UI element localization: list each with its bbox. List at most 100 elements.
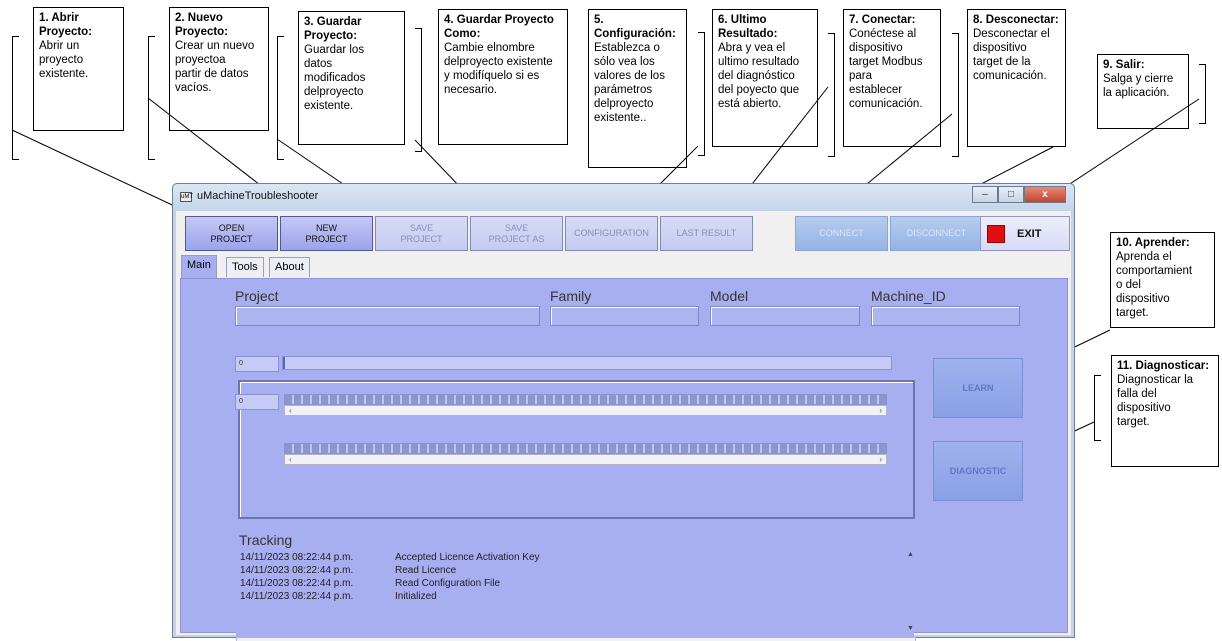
window-title: uMachineTroubleshooter: [197, 190, 319, 202]
callout-title: 3. Guardar Proyecto:: [304, 16, 362, 42]
signal-cells-row-1: [284, 394, 887, 405]
scroll-down-icon[interactable]: ▼: [907, 625, 914, 632]
machine-id-label: Machine_ID: [871, 288, 946, 304]
log-entry: 14/11/2023 08:22:44 p.m. Read Configurati…: [240, 577, 910, 590]
log-entry: 14/11/2023 08:22:44 p.m. Initialized: [240, 590, 910, 603]
bracket: [1199, 64, 1206, 124]
save-project-as-button[interactable]: SAVE PROJECT AS: [470, 216, 563, 251]
bracket: [12, 36, 19, 160]
title-bar[interactable]: uMT uMachineTroubleshooter – □ x: [173, 184, 1074, 210]
callout-open-project: 1. Abrir Proyecto: Abrir un proyecto exi…: [33, 7, 124, 131]
signal-scrollbar-2[interactable]: ‹ ›: [284, 454, 887, 465]
disconnect-button[interactable]: DISCONNECT: [890, 216, 983, 251]
save-project-button[interactable]: SAVE PROJECT: [375, 216, 468, 251]
log-timestamp: 14/11/2023 08:22:44 p.m.: [240, 565, 354, 576]
callout-exit: 9. Salir: Salga y cierre la aplicación.: [1097, 54, 1189, 129]
project-label: Project: [235, 288, 279, 304]
family-field[interactable]: [550, 306, 699, 326]
configuration-button[interactable]: CONFIGURATION: [565, 216, 658, 251]
model-field[interactable]: [710, 306, 860, 326]
log-message: Read Licence: [395, 565, 457, 576]
scroll-left-icon[interactable]: ‹: [289, 406, 292, 415]
main-panel: Project Family Model Machine_ID 0 0 ‹ › ‹…: [180, 278, 1068, 641]
bracket: [828, 33, 835, 157]
callout-body: Desconectar el dispositivo target de la …: [973, 28, 1050, 82]
callout-new-project: 2. Nuevo Proyecto: Crear un nuevo proyec…: [169, 7, 269, 131]
bracket: [952, 33, 959, 157]
callout-connect: 7. Conectar: Conéctese al dispositivo ta…: [843, 9, 941, 147]
app-icon: uMT: [180, 192, 193, 202]
scroll-right-icon[interactable]: ›: [879, 406, 882, 415]
client-area: OPEN PROJECT NEW PROJECT SAVE PROJECT SA…: [176, 211, 1071, 641]
scroll-left-icon[interactable]: ‹: [289, 455, 292, 464]
log-timestamp: 14/11/2023 08:22:44 p.m.: [240, 552, 354, 563]
callout-learn: 10. Aprender: Aprenda el comportamient o…: [1110, 232, 1215, 328]
signal-scrollbar-1[interactable]: ‹ ›: [284, 405, 887, 416]
tab-main[interactable]: Main: [181, 255, 217, 279]
bracket: [698, 32, 705, 156]
log-entry: 14/11/2023 08:22:44 p.m. Accepted Licence…: [240, 551, 910, 564]
connect-button[interactable]: CONNECT: [795, 216, 888, 251]
signal-cells-row-2: [284, 443, 887, 454]
callout-body: Establezca o sólo vea los valores de los…: [594, 42, 665, 124]
log-entry: 14/11/2023 08:22:44 p.m. Read Licence: [240, 564, 910, 577]
callout-save-project-as: 4. Guardar Proyecto Como: Cambie elnombr…: [438, 9, 568, 145]
callout-title: 7. Conectar:: [849, 14, 916, 26]
exit-label: EXIT: [1017, 227, 1042, 240]
family-label: Family: [550, 288, 592, 304]
callout-title: 10. Aprender:: [1116, 237, 1190, 249]
tab-tools[interactable]: Tools: [226, 257, 264, 277]
diagnostic-button[interactable]: DIAGNOSTIC: [933, 441, 1023, 501]
learn-button[interactable]: LEARN: [933, 358, 1023, 418]
scroll-up-icon[interactable]: ▲: [907, 551, 914, 558]
callout-body: Abrir un proyecto existente.: [39, 40, 89, 80]
callout-last-result: 6. Ultimo Resultado: Abra y vea el ultim…: [712, 9, 818, 147]
callout-title: 1. Abrir Proyecto:: [39, 12, 93, 38]
callout-title: 5. Configuración:: [594, 14, 676, 40]
log-message: Read Configuration File: [395, 578, 501, 589]
bracket: [415, 28, 422, 152]
callout-title: 4. Guardar Proyecto Como:: [444, 14, 554, 40]
callout-title: 6. Ultimo Resultado:: [718, 14, 778, 40]
callout-title: 9. Salir:: [1103, 59, 1145, 71]
maximize-icon[interactable]: □: [998, 186, 1024, 203]
callout-body: Salga y cierre la aplicación.: [1103, 73, 1174, 99]
progress-bar: [282, 356, 892, 370]
model-label: Model: [710, 288, 749, 304]
bracket: [277, 36, 284, 160]
exit-led-icon: [987, 224, 1005, 243]
log-vertical-scrollbar[interactable]: ▲ ▼: [907, 549, 916, 639]
progress-bar-fill: [283, 357, 285, 369]
tracking-log[interactable]: 14/11/2023 08:22:44 p.m. Accepted Licence…: [236, 549, 914, 641]
callout-body: Guardar los datos modificados delproyect…: [304, 44, 366, 112]
project-field[interactable]: [235, 306, 540, 326]
log-timestamp: 14/11/2023 08:22:44 p.m.: [240, 578, 354, 589]
bracket: [148, 36, 155, 160]
log-message: Initialized: [395, 591, 437, 602]
callout-title: 11. Diagnosticar:: [1117, 360, 1210, 372]
tab-about[interactable]: About: [269, 257, 310, 277]
callout-disconnect: 8. Desconectar: Desconectar el dispositi…: [967, 9, 1066, 147]
callout-body: Abra y vea el ultimo resultado del diagn…: [718, 42, 800, 110]
progress-counter: 0: [235, 356, 279, 372]
bracket: [1094, 375, 1101, 441]
log-horizontal-scrollbar[interactable]: ‹ ›: [236, 637, 916, 641]
log-timestamp: 14/11/2023 08:22:44 p.m.: [240, 591, 354, 602]
open-project-button[interactable]: OPEN PROJECT: [185, 216, 278, 251]
close-icon[interactable]: x: [1024, 186, 1066, 203]
new-project-button[interactable]: NEW PROJECT: [280, 216, 373, 251]
callout-body: Aprenda el comportamient o del dispositi…: [1116, 251, 1193, 319]
callout-body: Crear un nuevo proyectoa partir de datos…: [175, 40, 255, 94]
tracking-label: Tracking: [239, 532, 293, 548]
scroll-right-icon[interactable]: ›: [879, 455, 882, 464]
callout-title: 8. Desconectar:: [973, 14, 1059, 26]
signal-counter: 0: [235, 394, 279, 410]
exit-button[interactable]: EXIT: [980, 216, 1070, 251]
app-window: uMT uMachineTroubleshooter – □ x OPEN PR…: [172, 183, 1075, 641]
log-message: Accepted Licence Activation Key: [395, 552, 540, 563]
minimize-icon[interactable]: –: [972, 186, 998, 203]
machine-id-field[interactable]: [871, 306, 1020, 326]
callout-diagnostic: 11. Diagnosticar: Diagnosticar la falla …: [1111, 355, 1219, 467]
callout-configuration: 5. Configuración: Establezca o sólo vea …: [588, 9, 687, 168]
last-result-button[interactable]: LAST RESULT: [660, 216, 753, 251]
